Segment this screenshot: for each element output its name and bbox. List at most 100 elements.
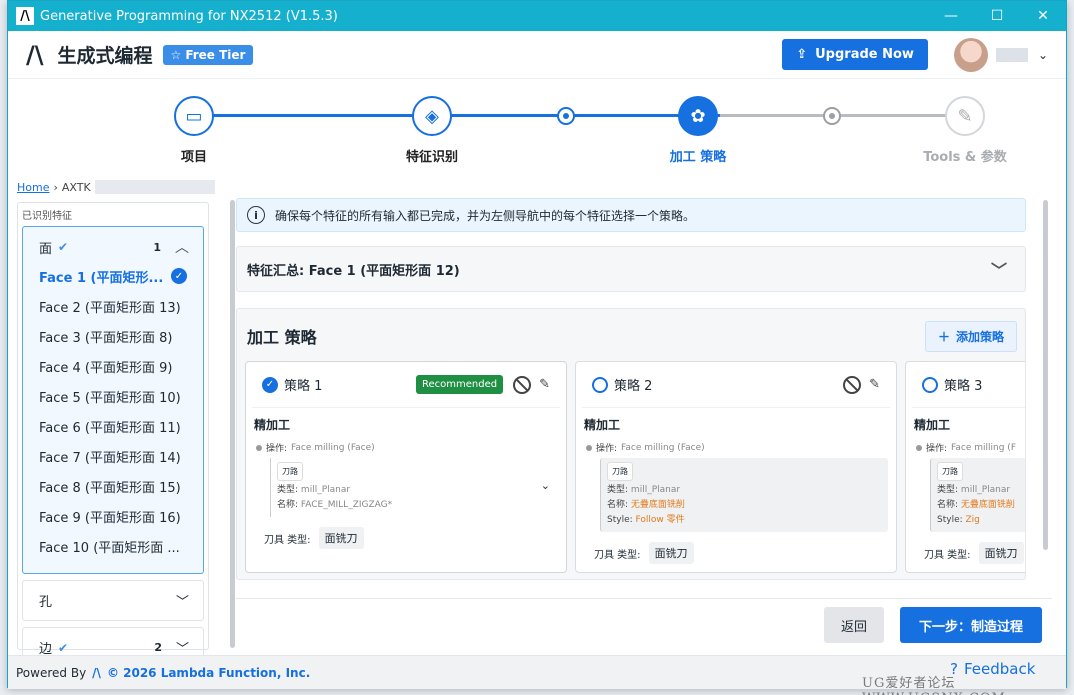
style-value: Zig bbox=[965, 515, 980, 525]
tool-type-value: 面铣刀 bbox=[318, 527, 364, 549]
tool-type-value: 面铣刀 bbox=[978, 542, 1024, 564]
feature-item[interactable]: Face 5 (平面矩形面 10) bbox=[23, 381, 203, 411]
info-text: 确保每个特征的所有输入都已完成，并为左侧导航中的每个特征选择一个策略。 bbox=[275, 208, 696, 223]
feature-item[interactable]: Face 9 (平面矩形面 16) bbox=[23, 501, 203, 531]
strategy-card[interactable]: 策略 2 ✎ 精加工 操作: Face milling (Face) 刀路 类型:… bbox=[575, 361, 897, 573]
op-label: 操作: bbox=[926, 444, 948, 454]
op-label: 操作: bbox=[266, 444, 288, 454]
star-icon: ☆ bbox=[170, 47, 182, 62]
chevron-down-icon[interactable]: ﹀ bbox=[991, 257, 1007, 281]
group-count: 1 bbox=[153, 240, 161, 254]
name-value: FACE_MILL_ZIGZAG* bbox=[300, 500, 393, 510]
step-dot-done bbox=[557, 107, 575, 125]
radio-unchecked-icon[interactable] bbox=[592, 376, 608, 393]
operation-title: 精加工 bbox=[254, 418, 291, 432]
plus-icon: ＋ bbox=[937, 329, 950, 344]
step-project-label: 项目 bbox=[180, 150, 207, 165]
sidebar-scrollbar[interactable] bbox=[230, 200, 235, 648]
back-button[interactable]: 返回 bbox=[824, 607, 884, 643]
breadcrumb-home[interactable]: Home bbox=[17, 181, 49, 194]
tool-type-key: 刀具 类型: bbox=[594, 549, 641, 561]
strategy-name: 策略 2 bbox=[614, 379, 653, 394]
stepper-line-pending bbox=[720, 114, 968, 117]
next-step-button[interactable]: 下一步：制造过程 bbox=[900, 607, 1042, 643]
feature-item[interactable]: Face 4 (平面矩形面 9) bbox=[23, 351, 203, 381]
name-key: 名称: bbox=[277, 500, 299, 510]
type-key: 类型: bbox=[607, 485, 629, 495]
step-project-icon[interactable]: ▭ bbox=[174, 96, 214, 136]
lambda-logo-icon: /\ bbox=[92, 665, 101, 680]
feature-item[interactable]: Face 6 (平面矩形面 11) bbox=[23, 411, 203, 441]
step-tools-icon[interactable]: ✎ bbox=[945, 96, 985, 136]
feature-item[interactable]: Face 10 (平面矩形面 ... bbox=[23, 531, 203, 561]
breadcrumb-separator: › bbox=[53, 180, 58, 194]
toolpath-box[interactable]: 刀路 类型: mill_Planar 名称: 无疊底面铣削 Style: Fol… bbox=[600, 458, 888, 532]
op-value: Face milling (Face) bbox=[621, 442, 705, 453]
tier-label: Free Tier bbox=[185, 47, 246, 62]
copyright-text[interactable]: © 2026 Lambda Function, Inc. bbox=[107, 666, 310, 680]
feature-item[interactable]: Face 3 (平面矩形面 8) bbox=[23, 321, 203, 351]
edit-icon[interactable]: ✎ bbox=[869, 377, 880, 392]
check-badge-icon: ✔ bbox=[58, 240, 69, 254]
title-bar[interactable]: /\ Generative Programming for NX2512 (V1… bbox=[8, 1, 1066, 31]
chevron-down-icon[interactable]: ⌄ bbox=[541, 478, 550, 493]
tier-badge[interactable]: ☆ Free Tier bbox=[162, 44, 254, 65]
toolpath-box[interactable]: 刀路 类型: mill_Planar 名称: 无疊底面铣削 Style: Zig bbox=[930, 458, 1025, 532]
recommended-badge: Recommended bbox=[416, 375, 504, 394]
name-key: 名称: bbox=[937, 500, 959, 510]
check-badge-icon: ✔ bbox=[58, 640, 69, 655]
group-count: 2 bbox=[154, 641, 162, 654]
minimize-button[interactable]: — bbox=[928, 8, 974, 24]
disable-icon[interactable] bbox=[843, 375, 862, 394]
operation-row: 操作: Face milling (Face) bbox=[254, 441, 558, 454]
operation-row: 操作: Face milling (Face) bbox=[584, 441, 888, 454]
main-content: i 确保每个特征的所有输入都已完成，并为左侧导航中的每个特征选择一个策略。 特征… bbox=[236, 198, 1026, 583]
chevron-down-icon[interactable]: ⌄ bbox=[1038, 48, 1048, 62]
group-header-face[interactable]: 面 ✔ 1 ︿ bbox=[23, 227, 203, 261]
toolpath-tag: 刀路 bbox=[277, 462, 303, 481]
step-dot-pending bbox=[823, 107, 841, 125]
chevron-down-icon[interactable]: ﹀ bbox=[176, 591, 189, 610]
feature-item-label: Face 1 (平面矩形... bbox=[39, 270, 164, 286]
main-scrollbar[interactable] bbox=[1043, 200, 1048, 550]
feature-item[interactable]: Face 1 (平面矩形... ✓ bbox=[23, 261, 203, 291]
feature-item[interactable]: Face 7 (平面矩形面 14) bbox=[23, 441, 203, 471]
op-value: Face milling (F bbox=[951, 442, 1016, 453]
upload-cloud-icon: ⇪ bbox=[796, 47, 808, 62]
style-key: Style: bbox=[937, 515, 963, 525]
footer-divider bbox=[236, 598, 1052, 599]
chevron-up-icon[interactable]: ︿ bbox=[175, 237, 189, 257]
upgrade-button[interactable]: ⇪ Upgrade Now bbox=[782, 39, 928, 70]
strategy-section: 加工 策略 ＋ 添加策略 ✓ 策略 1 Recommended ✎ 精加工 操作:… bbox=[236, 308, 1026, 580]
tool-type-row: 刀具 类型: 面铣刀 bbox=[924, 542, 1025, 564]
group-header-hole[interactable]: 孔 ﹀ bbox=[22, 580, 204, 621]
progress-stepper: ▭ 项目 ◈ 特征识别 ✿ 加工 策略 ✎ Tools & 参数 bbox=[130, 88, 1010, 176]
breadcrumb: Home › AXTK bbox=[17, 180, 223, 194]
op-value: Face milling (Face) bbox=[291, 442, 375, 453]
feature-sidebar: Home › AXTK 已识别特征 面 ✔ 1 ︿ Face 1 (平面矩形..… bbox=[17, 180, 235, 668]
step-strategy-icon[interactable]: ✿ bbox=[678, 96, 718, 136]
user-name[interactable] bbox=[995, 47, 1028, 62]
strategy-card[interactable]: ✓ 策略 1 Recommended ✎ 精加工 操作: Face milling… bbox=[245, 361, 567, 573]
brand-logo-icon: /\ bbox=[26, 40, 44, 69]
maximize-button[interactable]: ☐ bbox=[974, 8, 1020, 24]
disable-icon[interactable] bbox=[513, 375, 532, 394]
close-button[interactable]: ✕ bbox=[1020, 8, 1066, 24]
strategy-name: 策略 1 bbox=[284, 379, 323, 394]
edit-icon[interactable]: ✎ bbox=[539, 377, 550, 392]
avatar[interactable] bbox=[953, 37, 988, 72]
strategy-card[interactable]: 策略 3 精加工 操作: Face milling (F 刀路 类型: mill_… bbox=[905, 361, 1025, 573]
feature-item[interactable]: Face 8 (平面矩形面 15) bbox=[23, 471, 203, 501]
add-strategy-button[interactable]: ＋ 添加策略 bbox=[924, 320, 1017, 352]
panel-title: 已识别特征 bbox=[22, 211, 72, 222]
powered-by-label: Powered By bbox=[16, 665, 87, 680]
toolpath-box[interactable]: 刀路 类型: mill_Planar ⌄ 名称: FACE_MILL_ZIGZAG… bbox=[270, 458, 558, 517]
feature-item[interactable]: Face 2 (平面矩形面 13) bbox=[23, 291, 203, 321]
tool-type-row: 刀具 类型: 面铣刀 bbox=[264, 527, 558, 549]
feature-summary[interactable]: 特征汇总: Face 1 (平面矩形面 12) ﹀ bbox=[236, 246, 1026, 292]
radio-unchecked-icon[interactable] bbox=[922, 376, 938, 393]
watermark: UG爱好者论坛 WWW.UGSNX.COM bbox=[862, 676, 1005, 695]
step-feature-icon[interactable]: ◈ bbox=[412, 96, 452, 136]
app-header: /\ 生成式编程 ☆ Free Tier ⇪ Upgrade Now ⌄ bbox=[8, 31, 1066, 79]
radio-checked-icon[interactable]: ✓ bbox=[262, 376, 278, 393]
